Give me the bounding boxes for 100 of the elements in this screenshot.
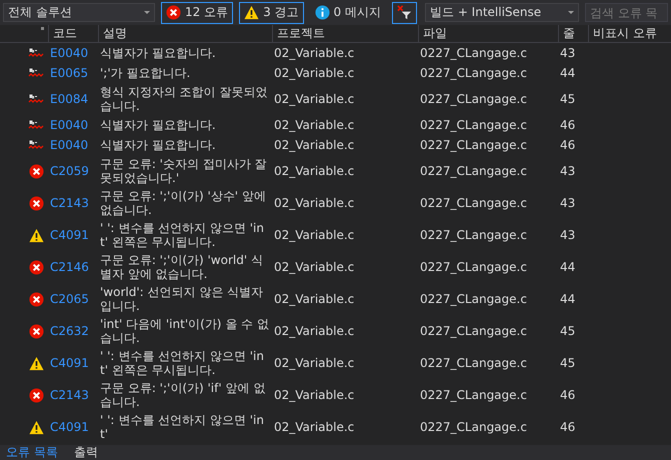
spell-squiggle-icon [28, 67, 44, 79]
description-text: 형식 지정자의 조합이 잘못되었습니다. [100, 85, 268, 113]
line-text: 45 [560, 356, 576, 370]
source-dropdown[interactable]: 빌드 + IntelliSense [425, 3, 579, 22]
error-icon [29, 196, 44, 210]
description-text: ' ': 변수를 선언하지 않으면 'int' 왼쪽은 무시됩니다. [100, 221, 264, 249]
file-text: 0227_CLangage.c [420, 196, 527, 210]
filter-icon [397, 5, 412, 20]
column-header[interactable]: 줄 [558, 25, 588, 42]
file-text: 0227_CLangage.c [420, 388, 527, 402]
error-code-link[interactable]: C2143 [50, 388, 89, 402]
error-icon [29, 324, 44, 338]
error-code-link[interactable]: C2059 [50, 164, 89, 178]
line-text: 43 [560, 164, 576, 178]
error-code-link[interactable]: E0040 [50, 46, 88, 60]
line-text: 46 [560, 420, 576, 434]
error-code-link[interactable]: C4091 [50, 356, 89, 370]
error-code-link[interactable]: C4091 [50, 420, 89, 434]
project-text: 02_Variable.c [274, 356, 354, 370]
error-code-link[interactable]: C4091 [50, 228, 89, 242]
description-text: 식별자가 필요합니다. [100, 46, 216, 60]
error-icon [29, 388, 44, 402]
line-text: 45 [560, 324, 576, 338]
error-code-link[interactable]: E0040 [50, 138, 88, 152]
warning-icon [244, 5, 260, 20]
description-text: 식별자가 필요합니다. [100, 118, 216, 132]
line-text: 44 [560, 66, 576, 80]
description-text: 구문 오류: ';'이(가) '상수' 앞에 없습니다. [100, 189, 266, 217]
error-icon [29, 164, 44, 178]
error-code-link[interactable]: C2146 [50, 260, 89, 274]
column-header[interactable]: 파일 [418, 25, 558, 42]
project-text: 02_Variable.c [274, 388, 354, 402]
warning-filter-button[interactable]: 3 경고 [239, 2, 304, 24]
project-text: 02_Variable.c [274, 420, 354, 434]
line-text: 45 [560, 92, 576, 106]
column-header[interactable]: 코드 [48, 25, 98, 42]
file-text: 0227_CLangage.c [420, 228, 527, 242]
project-text: 02_Variable.c [274, 66, 354, 80]
line-text: 43 [560, 46, 576, 60]
line-text: 44 [560, 292, 576, 306]
filter-clear-button[interactable] [392, 2, 417, 24]
spell-squiggle-icon [28, 119, 44, 131]
column-grip-icon [41, 27, 44, 30]
file-text: 0227_CLangage.c [420, 260, 527, 274]
column-header[interactable]: 비표시 오류 [588, 25, 671, 42]
file-text: 0227_CLangage.c [420, 420, 527, 434]
error-filter-button[interactable]: 12 오류 [161, 2, 234, 24]
warning-icon [29, 420, 44, 434]
file-text: 0227_CLangage.c [420, 66, 527, 80]
file-text: 0227_CLangage.c [420, 118, 527, 132]
description-text: ' ': 변수를 선언하지 않으면 'int' [100, 413, 264, 441]
file-text: 0227_CLangage.c [420, 164, 527, 178]
description-text: 구문 오류: ';'이(가) 'world' 식별자 앞에 없습니다. [100, 253, 263, 281]
error-code-link[interactable]: E0040 [50, 118, 88, 132]
spell-squiggle-icon [28, 47, 44, 59]
file-text: 0227_CLangage.c [420, 92, 527, 106]
project-text: 02_Variable.c [274, 292, 354, 306]
project-text: 02_Variable.c [274, 324, 354, 338]
description-text: 구문 오류: ';'이(가) 'if' 앞에 없습니다. [100, 381, 266, 409]
project-text: 02_Variable.c [274, 92, 354, 106]
description-text: 'world': 선언되지 않은 식별자입니다. [100, 285, 264, 313]
project-text: 02_Variable.c [274, 164, 354, 178]
project-text: 02_Variable.c [274, 196, 354, 210]
description-text: 'int' 다음에 'int'이(가) 올 수 없습니다. [100, 317, 269, 345]
file-text: 0227_CLangage.c [420, 324, 527, 338]
line-text: 44 [560, 260, 576, 274]
description-text: 구문 오류: '숫자의 접미사가 잘못되었습니다.' [100, 157, 267, 185]
line-text: 46 [560, 118, 576, 132]
panel-tab[interactable]: 오류 목록 [0, 445, 64, 460]
description-text: ' ': 변수를 선언하지 않으면 'int' 왼쪽은 무시됩니다. [100, 349, 264, 377]
spell-squiggle-icon [28, 139, 44, 151]
file-text: 0227_CLangage.c [420, 46, 527, 60]
error-code-link[interactable]: E0084 [50, 92, 88, 106]
description-text: 식별자가 필요합니다. [100, 138, 216, 152]
panel-tab[interactable]: 출력 [68, 445, 104, 460]
project-text: 02_Variable.c [274, 138, 354, 152]
project-text: 02_Variable.c [274, 228, 354, 242]
warning-icon [29, 228, 44, 242]
error-code-link[interactable]: E0065 [50, 66, 88, 80]
project-text: 02_Variable.c [274, 118, 354, 132]
line-text: 46 [560, 138, 576, 152]
file-text: 0227_CLangage.c [420, 356, 527, 370]
file-text: 0227_CLangage.c [420, 138, 527, 152]
scope-dropdown[interactable]: 전체 솔루션 [3, 3, 155, 22]
search-field[interactable]: 검색 오류 목 [585, 3, 668, 22]
spell-squiggle-icon [28, 93, 44, 105]
column-header[interactable]: 설명 [98, 25, 272, 42]
description-text: ';'가 필요합니다. [100, 66, 190, 80]
message-filter-button[interactable]: 0 메시지 [310, 2, 386, 24]
column-header[interactable]: 프로젝트 [272, 25, 418, 42]
error-code-link[interactable]: C2065 [50, 292, 89, 306]
project-text: 02_Variable.c [274, 260, 354, 274]
error-icon [29, 292, 44, 306]
line-text: 46 [560, 388, 576, 402]
line-text: 43 [560, 196, 576, 210]
error-icon [29, 260, 44, 274]
warning-icon [29, 356, 44, 370]
error-code-link[interactable]: C2143 [50, 196, 89, 210]
project-text: 02_Variable.c [274, 46, 354, 60]
error-code-link[interactable]: C2632 [50, 324, 89, 338]
